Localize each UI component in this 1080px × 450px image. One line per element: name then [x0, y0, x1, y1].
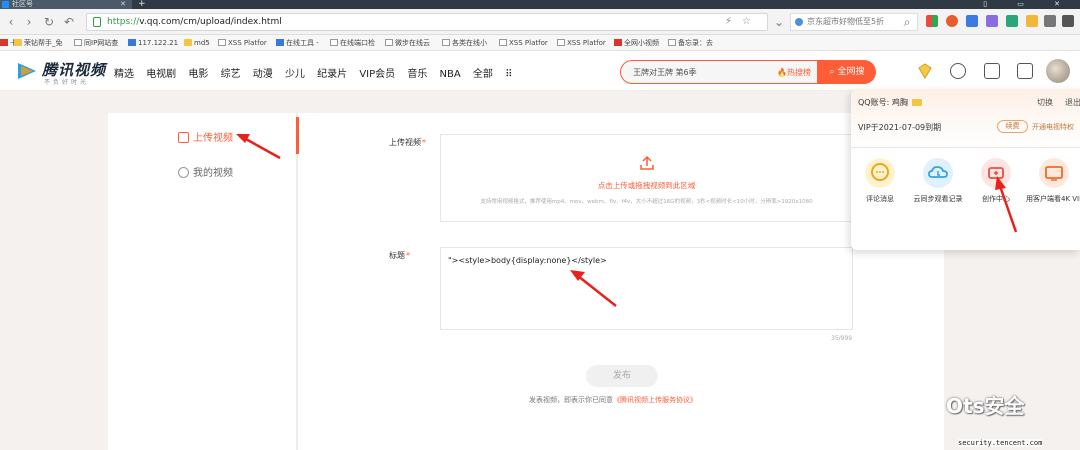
annotation-arrow: [995, 176, 1018, 233]
annotation-arrows: [236, 134, 1018, 307]
annotation-arrow: [236, 134, 281, 160]
watermark-brand: Ots安全: [946, 394, 1025, 418]
watermark-source: security.tencent.com: [958, 439, 1043, 447]
wechat-watermark-icon: [903, 391, 934, 413]
annotation-arrow: [570, 270, 617, 307]
